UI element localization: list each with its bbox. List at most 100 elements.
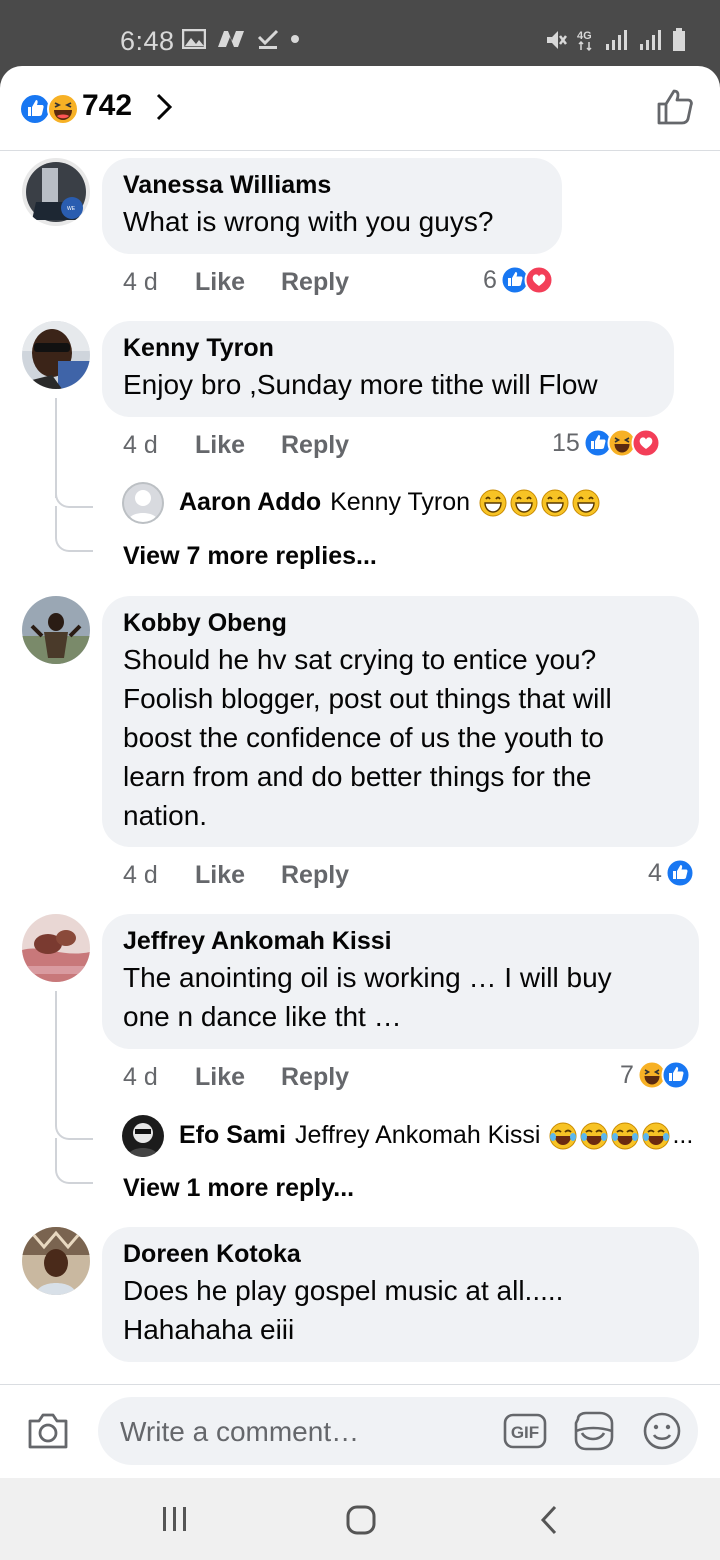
- comment-time: 4 d: [123, 1063, 158, 1091]
- comment-author[interactable]: Kobby Obeng: [123, 608, 677, 638]
- comment-reactions[interactable]: 6: [483, 265, 554, 295]
- avatar[interactable]: [22, 321, 90, 389]
- avatar[interactable]: [22, 914, 90, 982]
- like-reaction-icon: [661, 1060, 691, 1090]
- comment-bubble[interactable]: Kenny Tyron Enjoy bro ,Sunday more tithe…: [102, 321, 674, 417]
- tears-of-joy-emoji-icon: [580, 1122, 608, 1149]
- download-done-icon: [257, 29, 279, 49]
- comment-text-line: Foolish blogger, post out things that wi…: [123, 683, 612, 714]
- comment-text-line: learn from and do better things for the: [123, 761, 592, 792]
- recent-apps-icon[interactable]: [160, 1504, 190, 1534]
- sticker-icon[interactable]: [572, 1411, 614, 1451]
- comment-bubble[interactable]: Kobby Obeng Should he hv sat crying to e…: [102, 596, 699, 847]
- comment-text-line: Does he play gospel music at all.....: [123, 1275, 564, 1306]
- reply-avatar[interactable]: [122, 1115, 164, 1157]
- avatar[interactable]: WE: [22, 158, 90, 226]
- reply-preview[interactable]: Aaron Addo Kenny Tyron: [179, 488, 600, 517]
- reply-button[interactable]: Reply: [281, 1063, 349, 1092]
- avatar[interactable]: [22, 596, 90, 664]
- comment-text-line: nation.: [123, 800, 208, 831]
- reply-avatar[interactable]: [122, 482, 164, 524]
- svg-text:4G: 4G: [577, 30, 592, 42]
- view-more-replies[interactable]: View 7 more replies...: [123, 542, 377, 571]
- comment-text-line: boost the confidence of us the youth to: [123, 722, 605, 753]
- camera-icon[interactable]: [26, 1411, 70, 1451]
- like-post-icon[interactable]: [656, 88, 694, 126]
- comment-author[interactable]: Doreen Kotoka: [123, 1239, 677, 1269]
- back-icon[interactable]: [538, 1504, 560, 1536]
- gallery-notification-icon: [182, 29, 206, 49]
- tears-of-joy-emoji-icon: [611, 1122, 639, 1149]
- comment-author[interactable]: Kenny Tyron: [123, 333, 652, 363]
- comment-actions: 4 d Like Reply: [123, 861, 349, 890]
- mute-icon: [547, 31, 567, 49]
- like-button[interactable]: Like: [195, 861, 245, 890]
- thread-branch: [55, 478, 93, 508]
- comment-text: Should he hv sat crying to entice you? F…: [123, 640, 677, 835]
- avatar[interactable]: [22, 1227, 90, 1295]
- tears-of-joy-emoji-icon: [549, 1122, 577, 1149]
- comment-text-line: one n dance like tht …: [123, 1001, 402, 1032]
- comment-reaction-count: 7: [620, 1060, 634, 1089]
- reaction-count[interactable]: 742: [82, 89, 132, 123]
- comment-field[interactable]: GIF: [98, 1397, 698, 1467]
- comment-actions: 4 d Like Reply: [123, 268, 349, 297]
- signal-icon-2: [640, 30, 661, 50]
- grinning-emoji-icon: [510, 489, 538, 516]
- haha-reaction-icon: [47, 93, 79, 125]
- grinning-emoji-icon: [541, 489, 569, 516]
- comment-reactions[interactable]: 4: [648, 858, 695, 888]
- like-reaction-icon: [665, 858, 695, 888]
- comment-bubble[interactable]: Jeffrey Ankomah Kissi The anointing oil …: [102, 914, 699, 1049]
- comment-bubble[interactable]: Doreen Kotoka Does he play gospel music …: [102, 1227, 699, 1362]
- like-button[interactable]: Like: [195, 268, 245, 297]
- reply-text: Kenny Tyron: [330, 488, 471, 516]
- like-button[interactable]: Like: [195, 431, 245, 460]
- reply-button[interactable]: Reply: [281, 268, 349, 297]
- reply-button[interactable]: Reply: [281, 861, 349, 890]
- comment-input[interactable]: [118, 1397, 482, 1467]
- comment-text: What is wrong with you guys?: [123, 206, 494, 237]
- view-more-replies[interactable]: View 1 more reply...: [123, 1174, 354, 1203]
- like-button[interactable]: Like: [195, 1063, 245, 1092]
- comment-composer: GIF: [0, 1384, 720, 1478]
- comments-sheet: 742 WE Vanessa Williams What is wrong wi…: [0, 66, 720, 1478]
- reply-author[interactable]: Efo Sami: [179, 1121, 286, 1150]
- status-bar: 6:48 4G: [0, 0, 720, 66]
- comment-reaction-count: 15: [552, 428, 580, 457]
- comment-author[interactable]: Vanessa Williams: [123, 170, 540, 200]
- reply-preview[interactable]: Efo Sami Jeffrey Ankomah Kissi ...: [179, 1121, 693, 1150]
- love-reaction-icon: [631, 428, 661, 458]
- emoji-icon[interactable]: [643, 1412, 681, 1450]
- comment-actions: 4 d Like Reply: [123, 1063, 349, 1092]
- reaction-summary[interactable]: [18, 92, 80, 126]
- battery-icon: [673, 28, 685, 51]
- app-notification-icon: [218, 31, 244, 47]
- comment-reaction-count: 4: [648, 858, 662, 887]
- reactions-header[interactable]: 742: [0, 66, 720, 151]
- chevron-right-icon[interactable]: [154, 92, 174, 122]
- comment-author[interactable]: Jeffrey Ankomah Kissi: [123, 926, 677, 956]
- comment-reaction-count: 6: [483, 265, 497, 294]
- comment-text: Does he play gospel music at all..... Ha…: [123, 1271, 677, 1349]
- tears-of-joy-emoji-icon: [642, 1122, 670, 1149]
- comment-reactions[interactable]: 7: [620, 1060, 691, 1090]
- comment-actions: 4 d Like Reply: [123, 431, 349, 460]
- thread-branch: [55, 1138, 93, 1184]
- comment-text-line: The anointing oil is working … I will bu…: [123, 962, 612, 993]
- thread-line: [55, 991, 57, 1111]
- comment-reactions[interactable]: 15: [552, 428, 661, 458]
- comment-time: 4 d: [123, 861, 158, 889]
- svg-text:WE: WE: [67, 206, 76, 212]
- reply-author[interactable]: Aaron Addo: [179, 488, 321, 517]
- gif-icon[interactable]: GIF: [503, 1413, 547, 1449]
- system-navigation-bar: [0, 1478, 720, 1560]
- comment-bubble[interactable]: Vanessa Williams What is wrong with you …: [102, 158, 562, 254]
- thread-branch: [55, 506, 93, 552]
- status-time: 6:48: [120, 26, 175, 56]
- home-icon[interactable]: [345, 1504, 377, 1536]
- love-reaction-icon: [524, 265, 554, 295]
- reply-button[interactable]: Reply: [281, 431, 349, 460]
- signal-icon: [606, 30, 627, 50]
- comment-time: 4 d: [123, 431, 158, 459]
